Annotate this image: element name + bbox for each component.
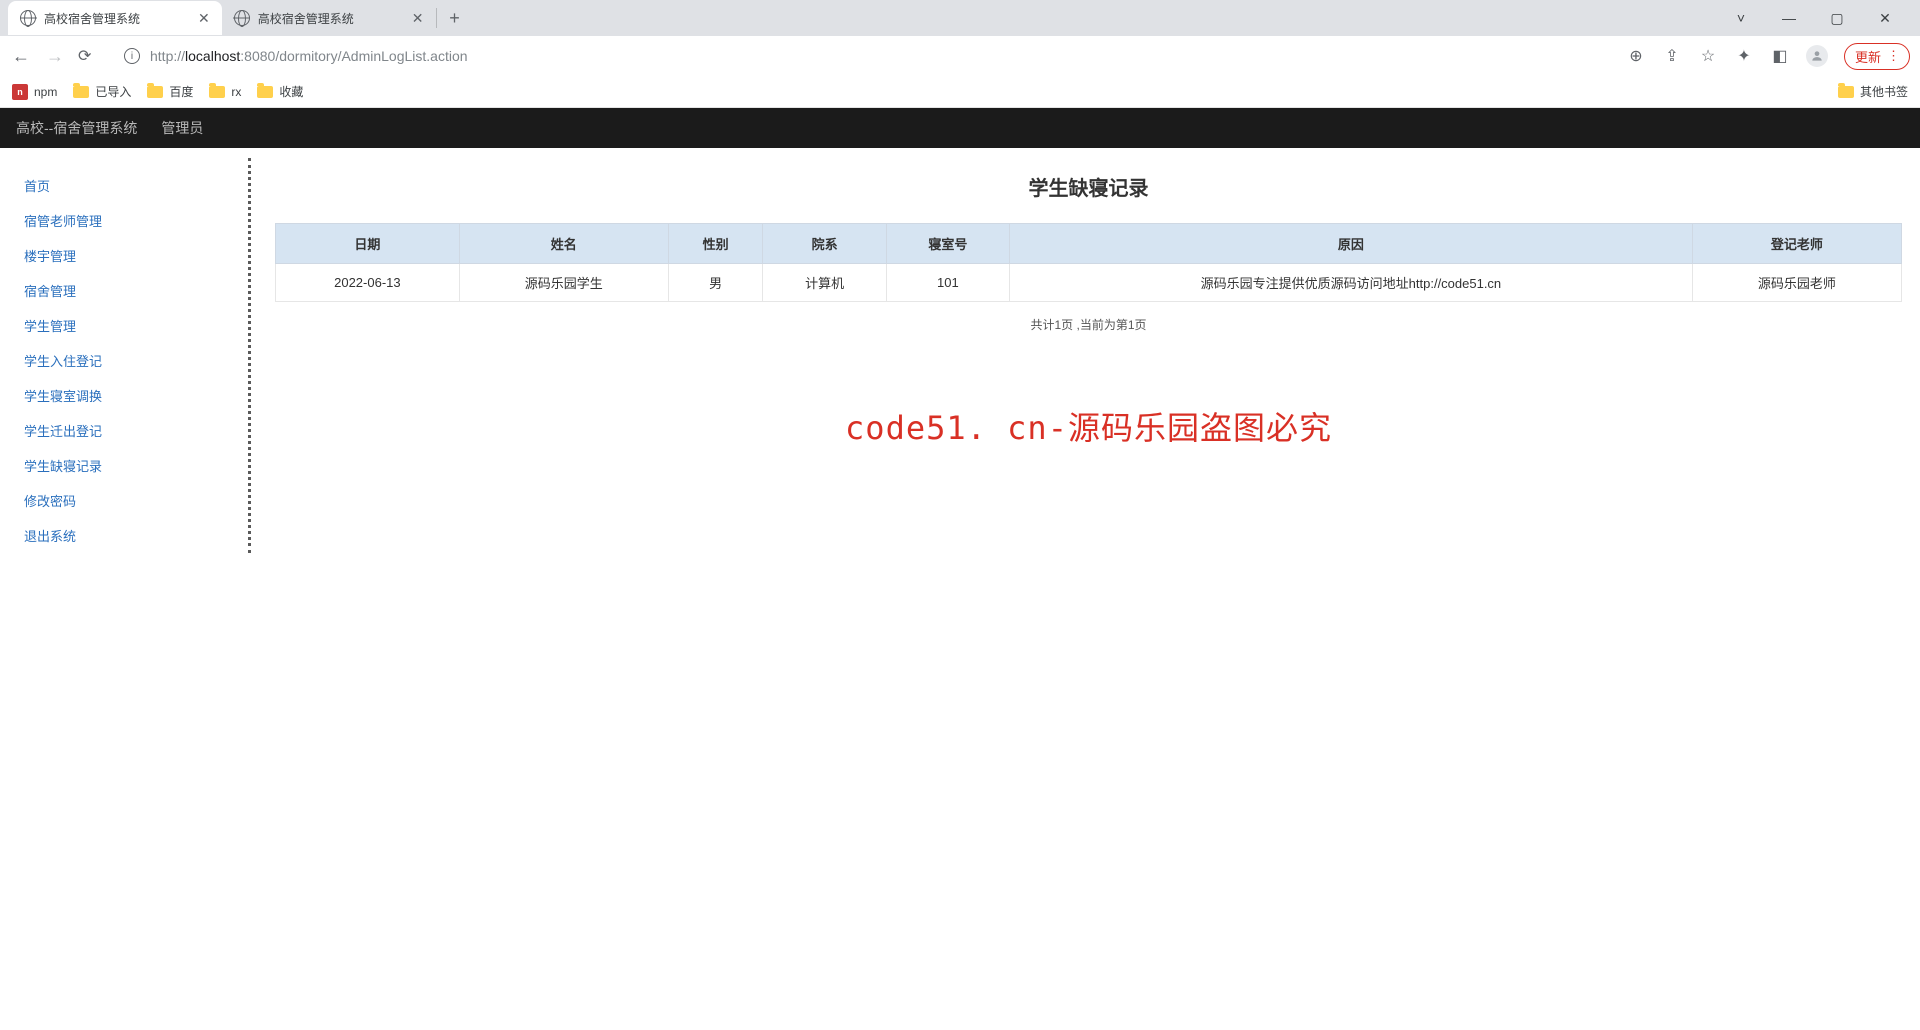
bookmark-item[interactable]: 已导入 — [73, 83, 131, 100]
bookmark-label: npm — [34, 85, 57, 99]
absence-table: 日期 姓名 性别 院系 寝室号 原因 登记老师 2022-06-13 源码乐园学… — [275, 223, 1902, 302]
sidebar-item-absence[interactable]: 学生缺寝记录 — [18, 448, 230, 483]
col-date: 日期 — [276, 224, 460, 264]
forward-button[interactable]: → — [44, 46, 66, 67]
cell-name: 源码乐园学生 — [459, 264, 668, 302]
sidepanel-icon[interactable]: ◧ — [1770, 46, 1790, 66]
col-teacher: 登记老师 — [1692, 224, 1901, 264]
bookmark-item-npm[interactable]: n npm — [12, 84, 57, 100]
folder-icon — [147, 86, 163, 98]
kebab-icon: ⋮ — [1887, 48, 1899, 64]
cell-date: 2022-06-13 — [276, 264, 460, 302]
cell-dept: 计算机 — [763, 264, 886, 302]
folder-icon — [209, 86, 225, 98]
bookmark-item[interactable]: 收藏 — [257, 83, 303, 100]
col-name: 姓名 — [459, 224, 668, 264]
pagination-text: 共计1页 ,当前为第1页 — [275, 316, 1902, 333]
sidebar-item-logout[interactable]: 退出系统 — [18, 518, 230, 553]
sidebar: 首页 宿管老师管理 楼宇管理 宿舍管理 学生管理 学生入住登记 学生寝室调换 学… — [0, 148, 248, 573]
bookmark-item[interactable]: rx — [209, 85, 241, 99]
table-row: 2022-06-13 源码乐园学生 男 计算机 101 源码乐园专注提供优质源码… — [276, 264, 1902, 302]
site-info-icon[interactable]: i — [124, 48, 140, 64]
zoom-icon[interactable]: ⊕ — [1626, 46, 1646, 66]
sidebar-item-password[interactable]: 修改密码 — [18, 483, 230, 518]
bookmark-other[interactable]: 其他书签 — [1838, 83, 1908, 100]
col-reason: 原因 — [1009, 224, 1692, 264]
tab-bar: 高校宿舍管理系统 ✕ 高校宿舍管理系统 ✕ + ˅ — ▢ ✕ — [0, 0, 1920, 36]
bookmark-star-icon[interactable]: ☆ — [1698, 46, 1718, 66]
bookmarks-bar: n npm 已导入 百度 rx 收藏 其他书签 — [0, 76, 1920, 108]
app-topbar: 高校--宿舍管理系统 管理员 — [0, 108, 1920, 148]
col-gender: 性别 — [668, 224, 763, 264]
npm-icon: n — [12, 84, 28, 100]
back-button[interactable]: ← — [10, 46, 32, 67]
browser-tab[interactable]: 高校宿舍管理系统 ✕ — [222, 1, 436, 35]
sidebar-item-teacher[interactable]: 宿管老师管理 — [18, 203, 230, 238]
table-header-row: 日期 姓名 性别 院系 寝室号 原因 登记老师 — [276, 224, 1902, 264]
watermark-text: code51. cn-源码乐园盗图必究 — [275, 403, 1902, 449]
cell-reason: 源码乐园专注提供优质源码访问地址http://code51.cn — [1009, 264, 1692, 302]
cell-teacher: 源码乐园老师 — [1692, 264, 1901, 302]
brand-title[interactable]: 高校--宿舍管理系统 — [16, 118, 137, 138]
page-title: 学生缺寝记录 — [275, 172, 1902, 201]
tab-title: 高校宿舍管理系统 — [258, 10, 354, 27]
sidebar-item-checkin[interactable]: 学生入住登记 — [18, 343, 230, 378]
col-dept: 院系 — [763, 224, 886, 264]
tab-title: 高校宿舍管理系统 — [44, 10, 140, 27]
close-icon[interactable]: ✕ — [198, 10, 210, 27]
share-icon[interactable]: ⇪ — [1662, 46, 1682, 66]
cell-gender: 男 — [668, 264, 763, 302]
browser-chrome: 高校宿舍管理系统 ✕ 高校宿舍管理系统 ✕ + ˅ — ▢ ✕ ← → ⟳ i … — [0, 0, 1920, 108]
sidebar-item-dorm[interactable]: 宿舍管理 — [18, 273, 230, 308]
tab-divider — [436, 8, 437, 28]
window-controls: ˅ — ▢ ✕ — [1726, 10, 1912, 27]
folder-icon — [73, 86, 89, 98]
cell-room: 101 — [886, 264, 1009, 302]
col-room: 寝室号 — [886, 224, 1009, 264]
folder-icon — [1838, 86, 1854, 98]
update-label: 更新 — [1855, 47, 1881, 66]
new-tab-button[interactable]: + — [441, 4, 469, 32]
extensions-icon[interactable]: ✦ — [1734, 46, 1754, 66]
folder-icon — [257, 86, 273, 98]
role-label[interactable]: 管理员 — [161, 118, 203, 138]
window-dropdown-button[interactable]: ˅ — [1726, 10, 1756, 27]
window-close-button[interactable]: ✕ — [1870, 10, 1900, 27]
sidebar-item-checkout[interactable]: 学生迁出登记 — [18, 413, 230, 448]
profile-avatar[interactable] — [1806, 45, 1828, 67]
address-bar-row: ← → ⟳ i http://localhost:8080/dormitory/… — [0, 36, 1920, 76]
globe-icon — [234, 10, 250, 26]
person-icon — [1810, 49, 1824, 63]
window-minimize-button[interactable]: — — [1774, 10, 1804, 27]
browser-tab-active[interactable]: 高校宿舍管理系统 ✕ — [8, 1, 222, 35]
update-button[interactable]: 更新 ⋮ — [1844, 43, 1910, 70]
bookmark-label: 其他书签 — [1860, 83, 1908, 100]
close-icon[interactable]: ✕ — [412, 10, 424, 27]
toolbar-right: ⊕ ⇪ ☆ ✦ ◧ 更新 ⋮ — [1626, 43, 1910, 70]
sidebar-item-building[interactable]: 楼宇管理 — [18, 238, 230, 273]
content-area: 学生缺寝记录 日期 姓名 性别 院系 寝室号 原因 登记老师 2022-06-1… — [251, 148, 1920, 573]
main-wrap: 首页 宿管老师管理 楼宇管理 宿舍管理 学生管理 学生入住登记 学生寝室调换 学… — [0, 148, 1920, 573]
bookmark-label: 百度 — [169, 83, 193, 100]
window-maximize-button[interactable]: ▢ — [1822, 10, 1852, 27]
sidebar-item-swap[interactable]: 学生寝室调换 — [18, 378, 230, 413]
sidebar-item-student[interactable]: 学生管理 — [18, 308, 230, 343]
url-text: http://localhost:8080/dormitory/AdminLog… — [150, 48, 468, 64]
bookmark-label: 已导入 — [95, 83, 131, 100]
sidebar-item-home[interactable]: 首页 — [18, 168, 230, 203]
globe-icon — [20, 10, 36, 26]
reload-button[interactable]: ⟳ — [78, 46, 100, 66]
bookmark-item[interactable]: 百度 — [147, 83, 193, 100]
bookmark-label: rx — [231, 85, 241, 99]
bookmark-label: 收藏 — [279, 83, 303, 100]
url-input[interactable]: i http://localhost:8080/dormitory/AdminL… — [112, 41, 1614, 71]
